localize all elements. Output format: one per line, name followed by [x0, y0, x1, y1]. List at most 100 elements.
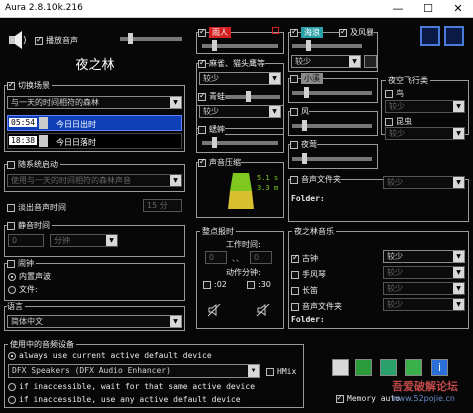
r3-checkbox[interactable]: [290, 107, 298, 116]
alarm-builtin-row[interactable]: 内置声波: [8, 271, 51, 282]
play-sound-row[interactable]: 播放音声: [35, 35, 78, 46]
n1-checkbox[interactable]: [291, 254, 299, 263]
download-icon[interactable]: [355, 359, 372, 376]
switch-scene-checkbox[interactable]: [7, 81, 15, 90]
memory-row[interactable]: Memory auto: [336, 394, 400, 403]
top-select[interactable]: 较少 ▼: [291, 55, 361, 68]
edit-icon[interactable]: [332, 359, 349, 376]
item4-checkbox[interactable]: [198, 125, 206, 134]
upload-icon[interactable]: [405, 359, 422, 376]
alarm-file-radio[interactable]: [8, 285, 16, 294]
n1-select[interactable]: 较少 ▼: [383, 250, 465, 263]
n3-select[interactable]: 较少 ▼: [383, 282, 465, 295]
item1-checkbox[interactable]: [198, 28, 206, 37]
n1-row[interactable]: 古钟: [291, 253, 318, 264]
sound-plot-row[interactable]: 声音压缩: [198, 157, 241, 168]
item4-slider[interactable]: [202, 137, 278, 148]
close-button[interactable]: ✕: [443, 0, 473, 18]
r2-row[interactable]: 小溪: [290, 73, 323, 84]
mute-unit-select[interactable]: 分钟 ▼: [50, 234, 118, 247]
top-slider[interactable]: [292, 40, 362, 51]
item2-select[interactable]: 较少 ▼: [199, 72, 281, 85]
work-to-input[interactable]: 0: [250, 251, 272, 264]
memory-checkbox[interactable]: [336, 394, 344, 403]
item3-row[interactable]: 青蛙: [198, 91, 225, 102]
volume-slider[interactable]: [120, 33, 182, 44]
r2-slider[interactable]: [292, 87, 372, 98]
any-device-radio[interactable]: [8, 395, 16, 404]
time2-input[interactable]: 18:38: [9, 136, 38, 145]
alarm-file-row[interactable]: 文件:: [8, 284, 38, 295]
top-sub-checkbox[interactable]: [339, 28, 347, 37]
sound-plot-checkbox[interactable]: [198, 158, 206, 167]
r3-slider[interactable]: [292, 120, 372, 131]
item3-knob[interactable]: [246, 91, 251, 102]
hmix-checkbox[interactable]: [266, 367, 274, 376]
item1-slider[interactable]: [202, 40, 278, 51]
app-window-icon[interactable]: [420, 26, 440, 46]
wait-device-row[interactable]: if inaccessible, wait for that same acti…: [8, 382, 255, 391]
n4-row[interactable]: 音声文件夹: [291, 301, 342, 312]
n2-checkbox[interactable]: [291, 270, 299, 279]
wait-device-radio[interactable]: [8, 382, 16, 391]
n2-select[interactable]: 较少 ▼: [383, 266, 465, 279]
work-from-input[interactable]: 0: [205, 251, 227, 264]
item1-knob[interactable]: [212, 40, 217, 51]
refresh-icon[interactable]: [380, 359, 397, 376]
fade-value-select[interactable]: 15 分: [143, 199, 182, 212]
n4-select[interactable]: 较少 ▼: [383, 298, 465, 311]
top-row[interactable]: 海浪: [290, 27, 323, 38]
insect-checkbox[interactable]: [385, 117, 393, 126]
random-start-row[interactable]: 随系统启动: [7, 159, 60, 170]
random-mode-select[interactable]: 使用与一天的时间相符的森林声音 ▼: [7, 174, 182, 187]
language-select[interactable]: 简体中文 ▼: [7, 315, 182, 328]
bird-checkbox[interactable]: [385, 89, 393, 98]
insect-row[interactable]: 昆虫: [385, 116, 412, 127]
play-sound-checkbox[interactable]: [35, 36, 43, 45]
time2-spinner[interactable]: [39, 135, 48, 147]
item4-knob[interactable]: [212, 137, 217, 148]
top-knob[interactable]: [306, 40, 311, 51]
item3-select[interactable]: 较少 ▼: [199, 105, 281, 118]
minimize-button[interactable]: —: [383, 0, 413, 18]
bird-row[interactable]: 鸟: [385, 88, 404, 99]
disabled-speaker-icon[interactable]: [207, 303, 221, 317]
r3-row[interactable]: 风: [290, 106, 309, 117]
default-device-row[interactable]: always use current active default device: [8, 351, 212, 360]
r2-checkbox[interactable]: [290, 74, 298, 83]
alarm-builtin-radio[interactable]: [8, 272, 16, 281]
item2-row[interactable]: 麻雀、猫头鹰等: [198, 58, 265, 69]
insect-select[interactable]: 较少 ▼: [385, 127, 465, 140]
mute-checkbox[interactable]: [7, 221, 15, 230]
volume-knob[interactable]: [128, 33, 133, 44]
opt2-checkbox[interactable]: [247, 280, 255, 289]
speaker-icon[interactable]: [6, 28, 30, 52]
top-file-button[interactable]: [364, 55, 377, 68]
r4-knob[interactable]: [302, 153, 307, 164]
item2-checkbox[interactable]: [198, 59, 206, 68]
r2-knob[interactable]: [304, 87, 309, 98]
item3-checkbox[interactable]: [198, 92, 206, 101]
item3-slider[interactable]: [238, 91, 280, 102]
r5-checkbox[interactable]: [290, 175, 298, 184]
fade-time-checkbox[interactable]: [7, 203, 15, 212]
top-sub-row[interactable]: 及风暴: [339, 27, 374, 38]
opt1-row[interactable]: :02: [203, 280, 227, 289]
default-device-radio[interactable]: [8, 351, 16, 360]
mute-value-input[interactable]: 0: [8, 234, 44, 247]
alarm-row[interactable]: 闹钟: [7, 258, 36, 269]
r4-checkbox[interactable]: [290, 140, 298, 149]
mute-row[interactable]: 静音时间: [7, 220, 52, 231]
top-checkbox[interactable]: [290, 28, 298, 37]
app-settings-icon[interactable]: [444, 26, 464, 46]
time1-spinner[interactable]: [39, 117, 48, 129]
item4-row[interactable]: 蟋蟀: [198, 124, 225, 135]
item1-row[interactable]: 雨人: [198, 27, 231, 38]
maximize-button[interactable]: ☐: [413, 0, 443, 18]
alarm-checkbox[interactable]: [7, 259, 15, 268]
r5-select[interactable]: 较少 ▼: [383, 176, 465, 189]
opt1-checkbox[interactable]: [203, 280, 211, 289]
r3-knob[interactable]: [302, 120, 307, 131]
n3-checkbox[interactable]: [291, 286, 299, 295]
n4-checkbox[interactable]: [291, 302, 299, 311]
